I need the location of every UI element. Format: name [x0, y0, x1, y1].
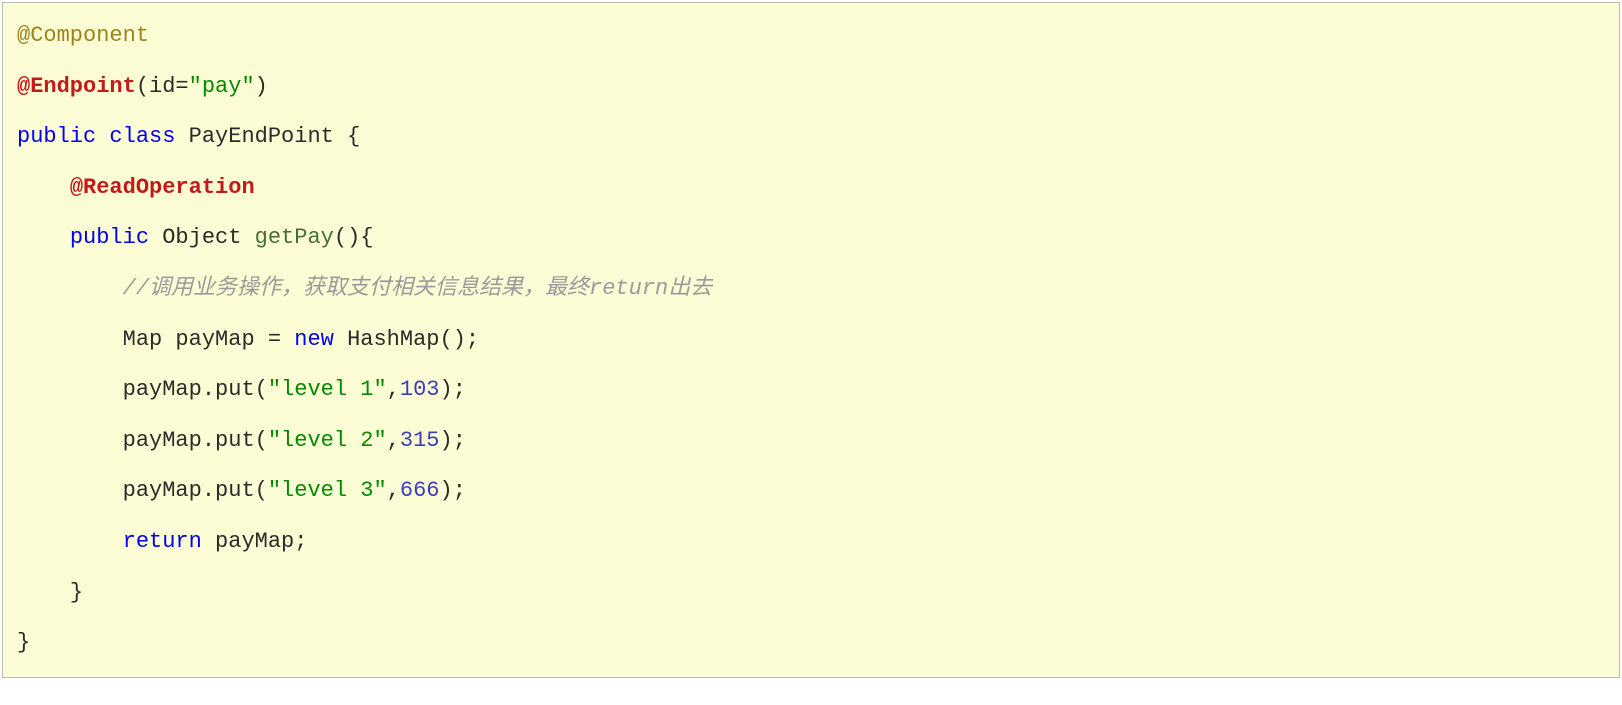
brace: }: [70, 580, 83, 605]
indent: [17, 529, 123, 554]
comment: //调用业务操作，获取支付相关信息结果，最终return出去: [123, 276, 713, 301]
keyword-public: public: [17, 124, 96, 149]
code-block: @Component @Endpoint(id="pay") public cl…: [2, 2, 1620, 678]
annotation-endpoint: @Endpoint: [17, 74, 136, 99]
text: Map payMap =: [123, 327, 295, 352]
keyword-class: class: [109, 124, 175, 149]
text: payMap.put(: [123, 377, 268, 402]
text: );: [440, 428, 466, 453]
indent: [17, 225, 70, 250]
string-literal: "level 1": [268, 377, 387, 402]
text: );: [440, 478, 466, 503]
text: HashMap();: [334, 327, 479, 352]
text: payMap;: [202, 529, 308, 554]
number-literal: 315: [400, 428, 440, 453]
method-name: getPay: [255, 225, 334, 250]
annotation-component: @Component: [17, 23, 149, 48]
keyword-public: public: [70, 225, 149, 250]
text: ,: [387, 478, 400, 503]
string-literal: "level 3": [268, 478, 387, 503]
number-literal: 666: [400, 478, 440, 503]
text: (id=: [136, 74, 189, 99]
indent: [17, 478, 123, 503]
keyword-return: return: [123, 529, 202, 554]
indent: [17, 327, 123, 352]
indent: [17, 276, 123, 301]
text: ,: [387, 428, 400, 453]
text: (){: [334, 225, 374, 250]
string-literal: "pay": [189, 74, 255, 99]
text: ): [255, 74, 268, 99]
return-type: Object: [149, 225, 255, 250]
text: payMap.put(: [123, 478, 268, 503]
brace: }: [17, 630, 30, 655]
indent: [17, 377, 123, 402]
indent: [17, 428, 123, 453]
indent: [17, 175, 70, 200]
text: );: [440, 377, 466, 402]
number-literal: 103: [400, 377, 440, 402]
text: payMap.put(: [123, 428, 268, 453]
string-literal: "level 2": [268, 428, 387, 453]
indent: [17, 580, 70, 605]
annotation-readoperation: @ReadOperation: [70, 175, 255, 200]
class-name: PayEndPoint {: [175, 124, 360, 149]
text: ,: [387, 377, 400, 402]
keyword-new: new: [294, 327, 334, 352]
